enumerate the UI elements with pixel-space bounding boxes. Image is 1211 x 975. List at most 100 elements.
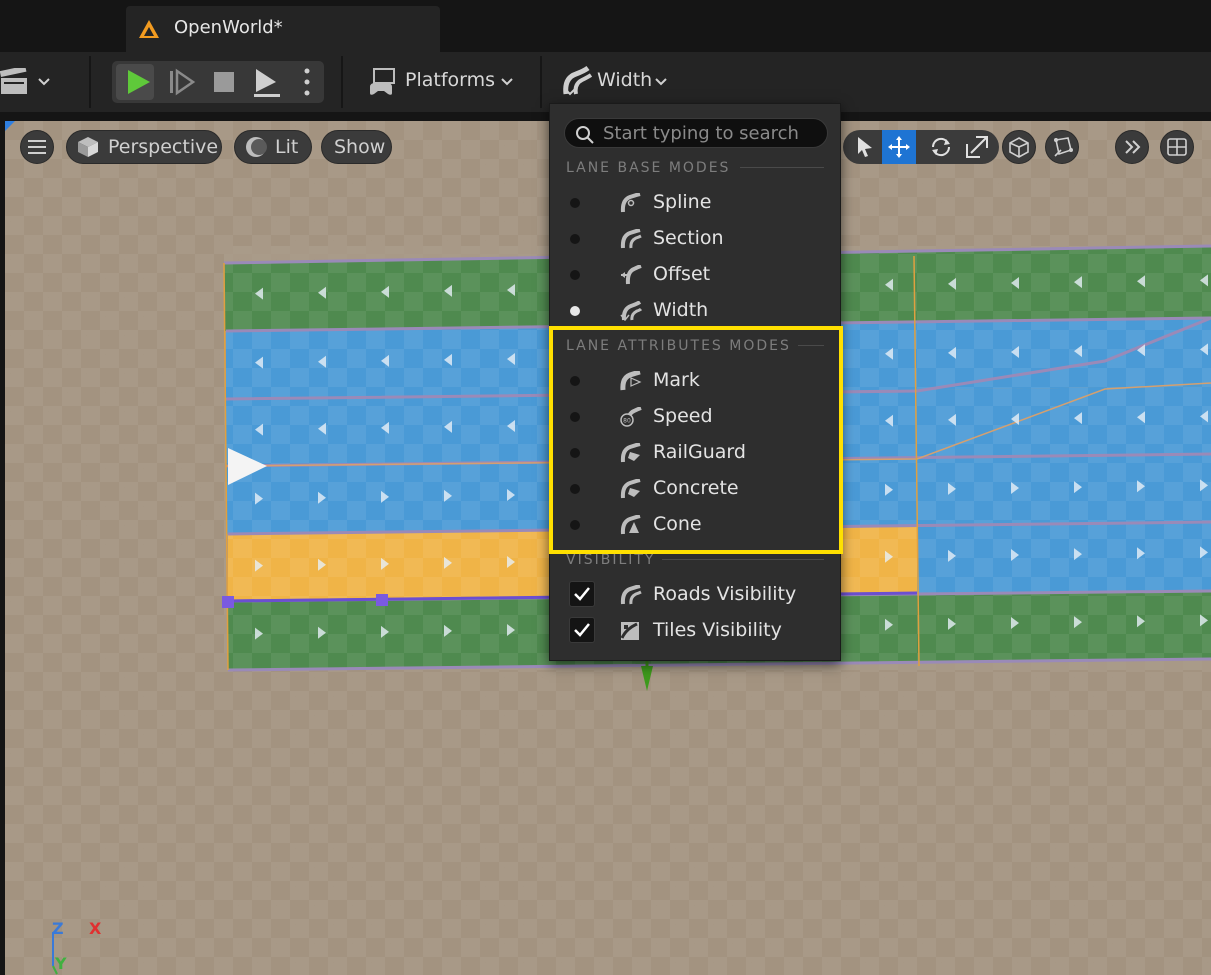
section-icon xyxy=(620,229,642,249)
roads-visibility-checkbox[interactable] xyxy=(569,581,595,607)
radio-bullet xyxy=(570,520,580,530)
viewport-options-button[interactable] xyxy=(20,130,54,164)
radio-bullet xyxy=(570,270,580,280)
scale-icon xyxy=(966,136,988,158)
radio-bullet xyxy=(570,198,580,208)
double-chevron-right-icon xyxy=(1125,140,1141,154)
menu-search-box[interactable] xyxy=(564,118,828,148)
clapperboard-icon xyxy=(0,68,27,94)
perspective-label: Perspective xyxy=(108,136,219,158)
platforms-button[interactable]: Platforms xyxy=(368,52,518,112)
show-label: Show xyxy=(334,136,386,158)
menu-item-label: Concrete xyxy=(653,477,739,499)
menu-item-label: Cone xyxy=(653,513,702,535)
chevron-down-icon xyxy=(38,78,50,86)
tiles-visibility-checkbox[interactable] xyxy=(569,617,595,643)
rotate-icon xyxy=(931,137,951,157)
speed-icon: 80 xyxy=(620,407,642,427)
menu-item-cone[interactable]: Cone xyxy=(550,507,840,543)
toolbar-separator xyxy=(341,56,343,108)
menu-item-offset[interactable]: Offset xyxy=(550,257,840,293)
transform-tools xyxy=(843,130,999,164)
menu-item-label: Tiles Visibility xyxy=(653,619,782,641)
menu-item-label: Width xyxy=(653,299,709,321)
road-width-icon xyxy=(620,301,642,321)
checkmark-icon xyxy=(574,623,590,637)
level-icon xyxy=(139,20,159,38)
visibility-header: VISIBILITY xyxy=(566,552,656,568)
expand-toolbar-button[interactable] xyxy=(1115,130,1149,164)
menu-item-roads-visibility[interactable]: Roads Visibility xyxy=(550,577,840,613)
lane-mark-icon xyxy=(620,371,642,391)
radio-bullet xyxy=(570,234,580,244)
translate-tool[interactable] xyxy=(882,130,916,164)
radio-bullet xyxy=(570,412,580,422)
search-icon xyxy=(576,126,594,144)
more-options-icon[interactable] xyxy=(303,67,311,97)
perspective-button[interactable]: Perspective xyxy=(66,130,222,164)
coordinate-system-icon xyxy=(1009,137,1029,158)
roads-icon xyxy=(620,585,642,605)
platforms-icon xyxy=(370,68,395,95)
railguard-icon xyxy=(620,443,641,463)
menu-item-spline[interactable]: Spline xyxy=(550,185,840,221)
menu-item-railguard[interactable]: RailGuard xyxy=(550,435,840,471)
lit-label: Lit xyxy=(275,136,299,158)
menu-item-section[interactable]: Section xyxy=(550,221,840,257)
menu-item-label: Mark xyxy=(653,369,700,391)
menu-item-label: Spline xyxy=(653,191,712,213)
toolbar-separator xyxy=(540,56,542,108)
eject-icon[interactable] xyxy=(250,66,282,98)
viewport-layout-button[interactable] xyxy=(1160,130,1194,164)
radio-bullet xyxy=(570,376,580,386)
surface-snapping-button[interactable] xyxy=(1045,130,1079,164)
scale-tool[interactable] xyxy=(960,130,994,164)
radio-bullet xyxy=(570,448,580,458)
chevron-down-icon xyxy=(501,78,513,86)
document-tab-title: OpenWorld* xyxy=(174,17,283,38)
radio-bullet xyxy=(570,306,580,316)
layout-grid-icon xyxy=(1167,138,1187,156)
checkmark-icon xyxy=(574,587,590,601)
road-mode-label: Width xyxy=(597,69,653,91)
menu-search-input[interactable] xyxy=(603,121,823,145)
axis-x-label: X xyxy=(89,919,102,938)
play-controls xyxy=(112,61,324,103)
play-icon[interactable] xyxy=(126,68,152,96)
rotate-tool[interactable] xyxy=(924,130,958,164)
lit-sphere-icon xyxy=(246,137,267,157)
svg-text:80: 80 xyxy=(623,418,631,425)
snapping-icon xyxy=(1054,137,1073,157)
menu-item-concrete[interactable]: Concrete xyxy=(550,471,840,507)
road-mode-menu: LANE BASE MODES Spline Section Offset Wi… xyxy=(549,103,841,661)
lane-base-modes-header: LANE BASE MODES xyxy=(566,160,731,176)
toolbar-separator xyxy=(89,56,91,108)
traffic-cone-icon xyxy=(620,515,641,535)
axis-z-label: Z xyxy=(52,919,64,938)
hamburger-icon xyxy=(28,140,46,154)
menu-item-mark[interactable]: Mark xyxy=(550,363,840,399)
advance-frame-icon[interactable] xyxy=(168,68,196,96)
select-tool[interactable] xyxy=(848,130,882,164)
world-local-button[interactable] xyxy=(1002,130,1036,164)
menu-item-label: Speed xyxy=(653,405,713,427)
axis-y-label: Y xyxy=(55,954,67,973)
cube-icon xyxy=(78,137,98,157)
menu-item-label: Roads Visibility xyxy=(653,583,797,605)
road-width-icon xyxy=(563,66,592,96)
lit-button[interactable]: Lit xyxy=(234,130,312,164)
platforms-label: Platforms xyxy=(405,69,496,91)
cinematics-button[interactable] xyxy=(0,66,58,98)
lane-attributes-modes-header: LANE ATTRIBUTES MODES xyxy=(566,338,791,354)
menu-item-tiles-visibility[interactable]: Tiles Visibility xyxy=(550,613,840,649)
offset-icon xyxy=(621,265,642,285)
chevron-down-icon xyxy=(655,78,667,86)
concrete-barrier-icon xyxy=(620,479,641,499)
show-button[interactable]: Show xyxy=(321,130,392,164)
menu-item-label: Offset xyxy=(653,263,711,285)
menu-item-speed[interactable]: 80 Speed xyxy=(550,399,840,435)
menu-item-width[interactable]: Width xyxy=(550,293,840,329)
document-tab[interactable]: OpenWorld* xyxy=(126,6,440,52)
stop-icon[interactable] xyxy=(212,70,236,94)
menu-item-label: RailGuard xyxy=(653,441,746,463)
